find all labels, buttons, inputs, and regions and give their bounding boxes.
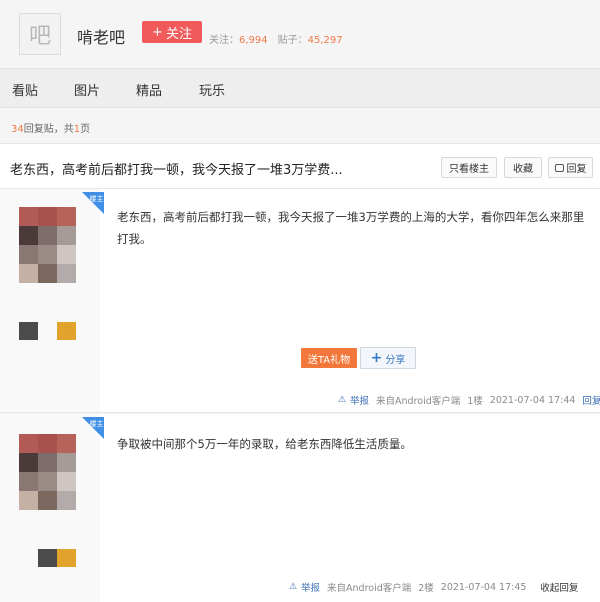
- post-source: 来自Android客户端: [376, 396, 461, 407]
- post-time: 2021-07-04 17:45: [440, 581, 527, 593]
- collapse-reply-link[interactable]: 收起回复: [540, 580, 578, 594]
- post-content-line: 争取被中间那个5万一年的录取，给老东西降低生活质量。: [117, 437, 412, 451]
- forum-nav: 看贴 图片 精品 玩乐: [0, 68, 600, 108]
- user-badge-icon: [19, 322, 38, 340]
- followers-label: 关注：: [209, 35, 239, 46]
- posts-count: 45,297: [307, 35, 343, 46]
- post-content-line: 打我。: [117, 232, 152, 246]
- post-time: 2021-07-04 17:44: [489, 394, 576, 406]
- avatar[interactable]: [19, 207, 76, 283]
- report-link[interactable]: 举报: [301, 580, 320, 594]
- post-content: 争取被中间那个5万一年的录取，给老东西降低生活质量。: [117, 433, 593, 455]
- report-link[interactable]: 举报: [350, 393, 369, 407]
- forum-stats: 关注：6,994 贴子：45,297: [209, 31, 343, 46]
- forum-header: 吧 啃老吧 + 关注 关注：6,994 贴子：45,297: [0, 0, 600, 68]
- nav-tab-images[interactable]: 图片: [74, 80, 100, 99]
- reply-button[interactable]: 回复: [548, 157, 593, 178]
- forum-name[interactable]: 啃老吧: [77, 24, 125, 48]
- post-content-line: 老东西，高考前后都打我一顿，我今天报了一堆3万学费的上海的大学，看你四年怎么来那…: [117, 210, 585, 224]
- reply-count-bar: 34回复贴，共1页: [0, 108, 600, 144]
- post-tail: ⚠ 举报 来自Android客户端 1楼 2021-07-04 17:44 回复: [338, 393, 600, 408]
- posts-label: 贴子：: [277, 35, 308, 46]
- avatar[interactable]: [19, 434, 76, 510]
- speech-bubble-icon: [554, 163, 564, 172]
- floor-number: 1楼: [467, 396, 483, 407]
- reply-button-label: 回复: [566, 164, 587, 175]
- post-reply-link[interactable]: 回复: [582, 393, 600, 407]
- post-content: 老东西，高考前后都打我一顿，我今天报了一堆3万学费的上海的大学，看你四年怎么来那…: [117, 206, 593, 250]
- forum-logo[interactable]: 吧: [19, 13, 61, 55]
- only-op-button[interactable]: 只看楼主: [441, 157, 497, 178]
- reply-count: 34回复贴，共1页: [11, 124, 91, 135]
- warning-icon: ⚠: [289, 581, 298, 592]
- level-badge-icon: [57, 322, 76, 340]
- plus-icon: +: [370, 350, 383, 366]
- nav-tab-games[interactable]: 玩乐: [199, 80, 225, 99]
- post-source: 来自Android客户端: [327, 583, 412, 594]
- post-floor-2: 楼主 争取被中间那个5万一年的录取，给老东西降低生活质量。 ⚠ 举报 来自And…: [0, 414, 600, 602]
- favorite-button[interactable]: 收藏: [504, 157, 542, 178]
- plus-icon: +: [152, 24, 163, 40]
- follow-label: 关注: [165, 26, 192, 42]
- thread-title: 老东西，高考前后都打我一顿，我今天报了一堆3万学费...: [10, 163, 343, 178]
- post-floor-1: 楼主 老东西，高考前后都打我一顿，我今天报了一堆3万学费的上海的大学，看你四年怎…: [0, 189, 600, 413]
- reply-count-number: 34: [11, 124, 24, 135]
- followers-count: 6,994: [239, 35, 268, 46]
- level-badge-icon: [57, 549, 76, 567]
- follow-button[interactable]: + 关注: [142, 21, 202, 43]
- share-button[interactable]: + 分享: [360, 347, 416, 369]
- nav-tab-posts[interactable]: 看贴: [12, 80, 38, 99]
- warning-icon: ⚠: [338, 394, 347, 405]
- send-gift-button[interactable]: 送TA礼物: [301, 348, 357, 368]
- post-tail: ⚠ 举报 来自Android客户端 2楼 2021-07-04 17:45 收起…: [289, 580, 578, 595]
- forum-logo-char: 吧: [28, 24, 51, 49]
- user-badge-icon: [38, 549, 57, 567]
- share-label: 分享: [385, 354, 406, 366]
- thread-title-bar: 老东西，高考前后都打我一顿，我今天报了一堆3万学费... 只看楼主 收藏 回复: [0, 144, 600, 189]
- nav-tab-featured[interactable]: 精品: [136, 80, 162, 99]
- floor-number: 2楼: [418, 583, 434, 594]
